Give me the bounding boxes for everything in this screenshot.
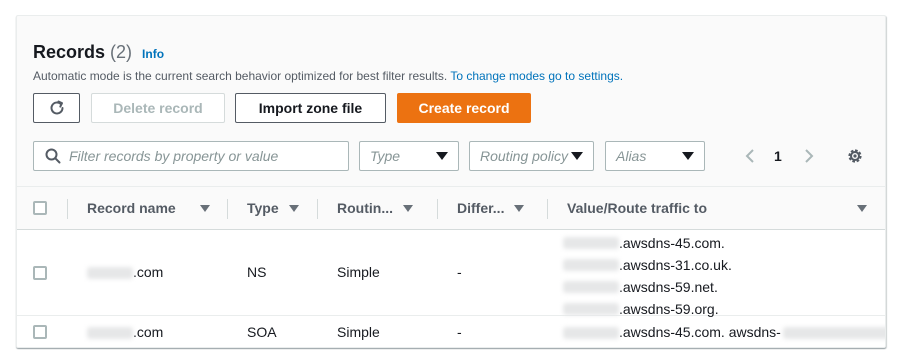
value-line: .awsdns-59.net. [563,276,732,298]
previous-page-button[interactable] [742,141,758,171]
description-text: Automatic mode is the current search beh… [33,69,448,83]
redacted-text [563,327,619,340]
redacted-text [782,327,885,340]
caret-down-icon [571,152,583,160]
alias-filter-select[interactable]: Alias [605,141,705,171]
change-mode-link[interactable]: To change modes go to settings. [450,69,623,83]
column-divider [317,199,318,219]
sort-icon [857,204,867,212]
column-header-type[interactable]: Type [247,187,299,229]
value-text: .awsdns-45.com. awsdns- [619,324,781,340]
value-line: .awsdns-31.co.uk. [563,254,732,276]
caret-down-icon [682,152,694,160]
caret-down-icon [436,152,448,160]
redacted-text [87,327,133,340]
type-placeholder: Type [370,148,401,164]
value-text: .awsdns-59.org. [619,301,719,317]
table-row[interactable]: .com SOA Simple - .awsdns-45.com. awsdns… [17,316,885,347]
column-header-value-sort[interactable] [847,187,867,229]
delete-record-button[interactable]: Delete record [91,93,225,123]
routing-placeholder: Routing policy [480,148,568,164]
column-header-differentiator[interactable]: Differ... [457,187,525,229]
record-name-text: .com [133,264,164,280]
current-page-number[interactable]: 1 [774,141,782,171]
search-icon [45,148,61,164]
column-label: Differ... [457,200,505,216]
redacted-text [563,303,619,315]
differentiator-cell: - [457,324,462,340]
value-text: .awsdns-31.co.uk. [619,257,732,273]
table-row[interactable]: .com NS Simple - .awsdns-45.com. .awsdns… [17,230,885,317]
sort-icon [514,204,525,212]
routing-cell: Simple [337,264,380,280]
record-name-cell: .com [87,264,163,280]
next-page-button[interactable] [801,141,817,171]
search-input[interactable]: Filter records by property or value [33,141,349,171]
column-header-value[interactable]: Value/Route traffic to [567,187,707,229]
row-checkbox[interactable] [33,325,47,339]
redacted-text [563,237,619,249]
differentiator-cell: - [457,264,462,280]
records-header: Records (2) Info [33,42,164,63]
value-cell: .awsdns-45.com. .awsdns-31.co.uk. .awsdn… [563,232,732,320]
redacted-text [87,267,133,280]
redacted-text [563,259,619,271]
redacted-text [563,281,619,293]
record-name-cell: .com [87,324,163,340]
info-link[interactable]: Info [142,47,164,61]
create-record-button[interactable]: Create record [397,93,531,123]
alias-placeholder: Alias [616,148,647,164]
refresh-button[interactable] [33,93,80,123]
sort-icon [199,204,210,212]
records-title: Records [33,42,106,62]
import-zone-file-button[interactable]: Import zone file [235,93,386,123]
refresh-icon [50,100,63,115]
column-divider [67,199,68,219]
mode-description: Automatic mode is the current search beh… [33,69,623,83]
search-placeholder: Filter records by property or value [69,148,279,164]
records-panel: Records (2) Info Automatic mode is the c… [16,15,886,348]
column-label: Record name [87,200,176,216]
routing-cell: Simple [337,324,380,340]
column-label: Value/Route traffic to [567,200,708,216]
type-cell: NS [247,264,267,280]
column-label: Routin... [337,200,393,216]
records-count: (2) [110,42,133,62]
column-label: Type [247,200,279,216]
type-cell: SOA [247,324,277,340]
column-header-record-name[interactable]: Record name [87,187,210,229]
gear-icon[interactable] [846,147,864,165]
table-body: .com NS Simple - .awsdns-45.com. .awsdns… [17,230,885,347]
value-cell: .awsdns-45.com. awsdns- [563,324,885,340]
record-name-text: .com [133,324,164,340]
chevron-left-icon [745,149,754,163]
column-divider [437,199,438,219]
column-divider [547,199,548,219]
value-text: .awsdns-45.com. [619,235,725,251]
title-row: Records (2) Info [33,42,164,63]
value-line: .awsdns-45.com. [563,232,732,254]
routing-policy-filter-select[interactable]: Routing policy [469,141,594,171]
column-divider [227,199,228,219]
chevron-right-icon [805,149,814,163]
value-text: .awsdns-59.net. [619,279,718,295]
table-header: Record name Type Routin... Differ... Val… [17,186,885,230]
select-all-checkbox[interactable] [33,201,47,215]
type-filter-select[interactable]: Type [359,141,459,171]
row-checkbox[interactable] [33,266,47,280]
sort-icon [288,204,299,212]
sort-icon [403,204,413,212]
column-header-routing[interactable]: Routin... [337,187,413,229]
